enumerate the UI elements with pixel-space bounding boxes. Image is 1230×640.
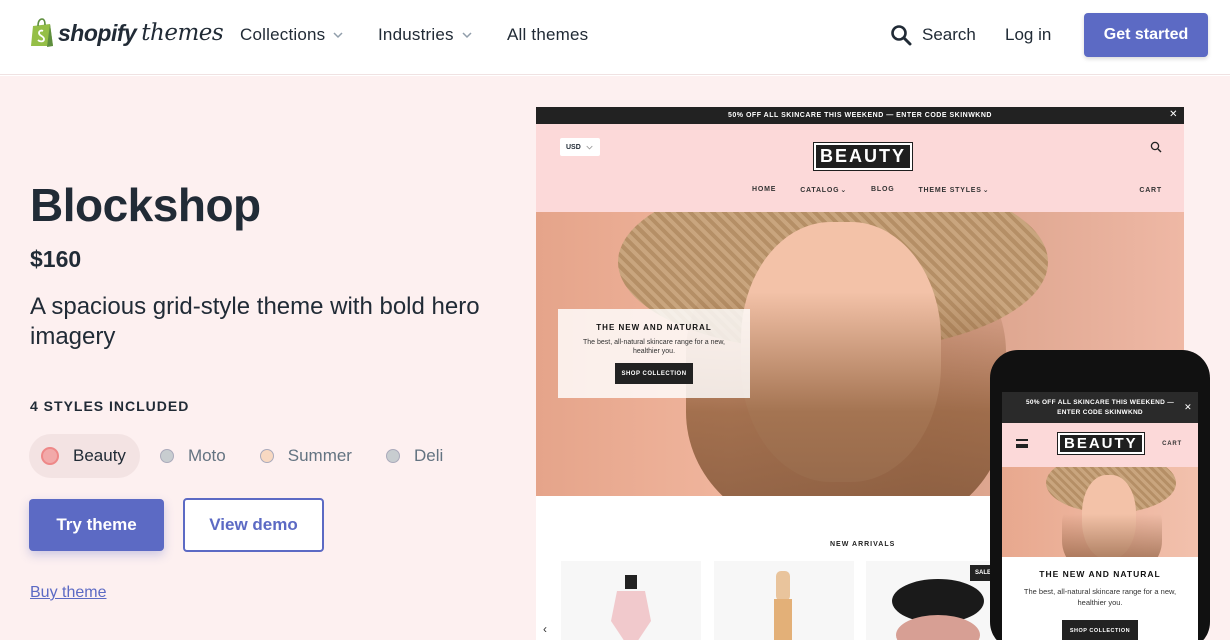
preview-menu-item: HOME [752,186,777,193]
search-button[interactable]: Search [890,24,976,46]
theme-hero: Blockshop $160 A spacious grid-style the… [0,76,1230,640]
style-swatch [41,447,59,465]
style-swatch [159,449,174,463]
product-card [561,561,701,640]
close-icon: ✕ [1184,402,1192,412]
mobile-header: BEAUTY CART [1002,423,1198,467]
promo-title: THE NEW AND NATURAL [596,323,712,332]
style-label: Deli [413,446,444,465]
nav-all-themes-label: All themes [507,25,589,44]
preview-cart: CART [1139,187,1162,194]
preview-header: USD BEAUTY HOME CATALOG⌄ BLOG THEME STYL… [536,124,1184,212]
nav-all-themes[interactable]: All themes [507,25,588,45]
preview-menu-item: BLOG [871,186,895,193]
logo-suffix-text: themes [141,20,224,46]
nav-industries-label: Industries [378,25,454,44]
style-label: Moto [187,446,226,465]
get-started-button[interactable]: Get started [1084,13,1208,57]
mobile-screen: 50% OFF ALL SKINCARE THIS WEEKEND — ENTE… [1002,392,1198,640]
preview-menu-item: THEME STYLES⌄ [918,187,990,194]
mobile-hero-image [1002,467,1198,557]
preview-menu-item: CATALOG⌄ [800,187,848,194]
promo-description: The best, all-natural skincare range for… [582,339,726,355]
mobile-shop-collection-button: SHOP COLLECTION [1062,620,1138,640]
mobile-announcement-line: 50% OFF ALL SKINCARE THIS WEEKEND — [1025,399,1175,406]
mobile-promo-description: The best, all-natural skincare range for… [1023,587,1177,607]
style-label: Beauty [73,446,126,465]
perfume-bottle-icon [611,575,651,640]
preview-menu: HOME CATALOG⌄ BLOG THEME STYLES⌄ [752,186,1013,194]
mobile-announcement-line: ENTER CODE SKINWKND [1057,409,1143,416]
currency-label: USD [566,143,581,151]
hamburger-menu-icon [1016,439,1028,448]
login-link[interactable]: Log in [1005,25,1051,45]
try-theme-button[interactable]: Try theme [29,499,164,551]
style-label: Summer [287,446,352,465]
shopify-bag-icon [31,18,53,47]
theme-price: $160 [30,246,82,272]
logo-brand-text: shopify [58,19,137,46]
chevron-down-icon [333,32,343,39]
carousel-prev-icon: ‹ [543,622,547,636]
mobile-preview[interactable]: 50% OFF ALL SKINCARE THIS WEEKEND — ENTE… [990,350,1210,640]
currency-selector: USD [560,138,600,156]
mobile-cart: CART [1162,441,1182,447]
nav-industries[interactable]: Industries [378,25,472,45]
style-option-deli[interactable]: Deli [374,434,457,478]
search-icon [891,25,912,46]
style-option-summer[interactable]: Summer [248,434,366,478]
preview-store-logo: BEAUTY [812,142,914,171]
chevron-down-icon [586,145,593,149]
nav-collections[interactable]: Collections [240,25,343,45]
style-option-beauty[interactable]: Beauty [29,434,140,478]
buy-theme-link[interactable]: Buy theme [30,584,106,602]
new-arrivals-heading: NEW ARRIVALS [830,541,896,548]
style-option-moto[interactable]: Moto [148,434,240,478]
close-icon: ✕ [1169,109,1178,120]
style-selector: Beauty Moto Summer Deli [29,434,465,478]
mobile-store-logo: BEAUTY [1057,432,1145,455]
top-navigation: shopify themes Collections Industries Al… [0,0,1230,75]
view-demo-button[interactable]: View demo [183,498,324,552]
product-card [714,561,854,640]
concealer-stick-icon [774,571,792,640]
style-swatch [259,449,274,463]
style-swatch [385,449,400,463]
theme-title: Blockshop [30,179,261,231]
preview-promo-box: THE NEW AND NATURAL The best, all-natura… [558,309,750,398]
nav-collections-label: Collections [240,25,326,44]
shop-collection-button: SHOP COLLECTION [615,363,693,384]
search-label: Search [922,25,976,44]
chevron-down-icon [462,32,472,39]
hair-shape [1062,487,1162,557]
styles-count-label: 4 STYLES INCLUDED [30,398,190,414]
announcement-text: 50% OFF ALL SKINCARE THIS WEEKEND — ENTE… [728,112,992,119]
theme-description: A spacious grid-style theme with bold he… [30,293,480,350]
preview-menu-label: THEME STYLES [918,187,982,194]
mobile-announcement-bar: 50% OFF ALL SKINCARE THIS WEEKEND — ENTE… [1002,392,1198,423]
preview-menu-label: CATALOG [800,187,840,194]
search-icon [1150,141,1162,153]
mobile-promo-title: THE NEW AND NATURAL [1039,569,1161,579]
preview-announcement-bar: 50% OFF ALL SKINCARE THIS WEEKEND — ENTE… [536,107,1184,124]
shopify-themes-logo[interactable]: shopify themes [30,18,224,48]
